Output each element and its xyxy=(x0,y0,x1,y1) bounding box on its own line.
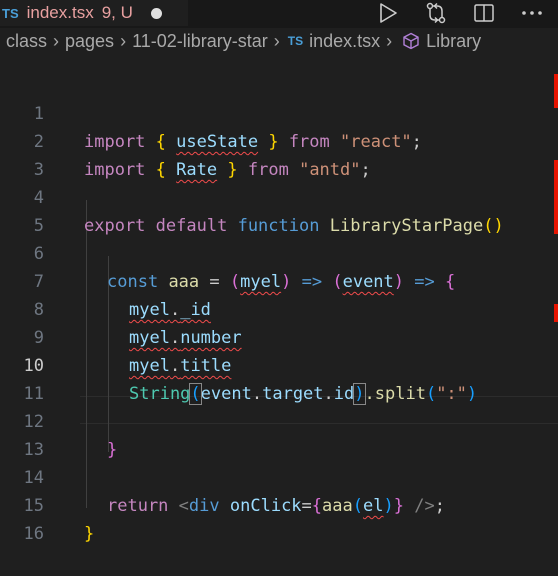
tab-filename: index.tsx xyxy=(26,3,94,22)
code-line[interactable]: 14 return <div onClick={aaa(el)} />; xyxy=(0,436,558,516)
code-line[interactable]: 8 myel.number xyxy=(0,268,558,348)
breadcrumb-symbol-label: Library xyxy=(426,30,482,51)
breadcrumb: class › pages › 11-02-library-star › TS … xyxy=(0,28,558,54)
code-line-active[interactable]: 10 String(event.target.id).split(":") xyxy=(0,324,558,405)
code-line[interactable]: 4 export default function LibraryStarPag… xyxy=(0,156,558,236)
code-line[interactable]: 12 } xyxy=(0,380,558,460)
chevron-right-icon: › xyxy=(53,30,60,51)
code-line[interactable]: 7 myel._id xyxy=(0,240,558,320)
editor-actions xyxy=(352,0,558,26)
typescript-icon: TS xyxy=(2,5,19,21)
line-number: 16 xyxy=(23,524,44,544)
code-line[interactable]: 3 xyxy=(0,128,558,180)
chevron-right-icon: › xyxy=(386,30,393,51)
breadcrumb-item-file[interactable]: index.tsx xyxy=(309,31,380,52)
code-line[interactable]: 6 const aaa = (myel) => (event) => { xyxy=(0,212,558,292)
chevron-right-icon: › xyxy=(273,30,280,51)
code-line[interactable]: 13 xyxy=(0,408,558,460)
chevron-right-icon: › xyxy=(120,30,127,51)
editor-tab-index-tsx[interactable]: TS index.tsx 9, U xyxy=(0,0,188,26)
code-line[interactable]: 2 import { Rate } from "antd"; xyxy=(0,100,558,180)
breadcrumb-item-symbol[interactable]: Library xyxy=(402,31,481,52)
code-line[interactable]: 15 } xyxy=(0,464,558,544)
symbol-class-icon xyxy=(403,32,419,50)
error-marker[interactable] xyxy=(554,160,558,234)
error-marker[interactable] xyxy=(554,304,558,322)
code-editor[interactable]: 1 import { useState } from "react"; 2 im… xyxy=(0,72,558,558)
more-icon[interactable] xyxy=(520,1,544,25)
breadcrumb-item-pages[interactable]: pages xyxy=(65,31,114,52)
tab-bar: TS index.tsx 9, U xyxy=(0,0,558,28)
token-brace: } xyxy=(84,524,95,544)
breadcrumb-item-folder[interactable]: 11-02-library-star xyxy=(132,31,268,52)
run-icon[interactable] xyxy=(376,1,400,25)
split-editor-icon[interactable] xyxy=(472,1,496,25)
code-line[interactable]: 1 import { useState } from "react"; xyxy=(0,72,558,152)
code-line[interactable]: 9 myel.title xyxy=(0,296,558,376)
code-line[interactable]: 11 xyxy=(0,352,558,404)
typescript-icon: TS xyxy=(287,34,304,48)
breadcrumb-item-class[interactable]: class xyxy=(6,31,47,52)
code-line[interactable]: 16 xyxy=(0,492,558,544)
unsaved-dot-icon[interactable] xyxy=(150,7,162,19)
tab-problem-status: 9, U xyxy=(101,3,133,22)
error-marker[interactable] xyxy=(554,74,558,108)
source-control-icon[interactable] xyxy=(424,1,448,25)
code-line[interactable]: 5 xyxy=(0,184,558,236)
